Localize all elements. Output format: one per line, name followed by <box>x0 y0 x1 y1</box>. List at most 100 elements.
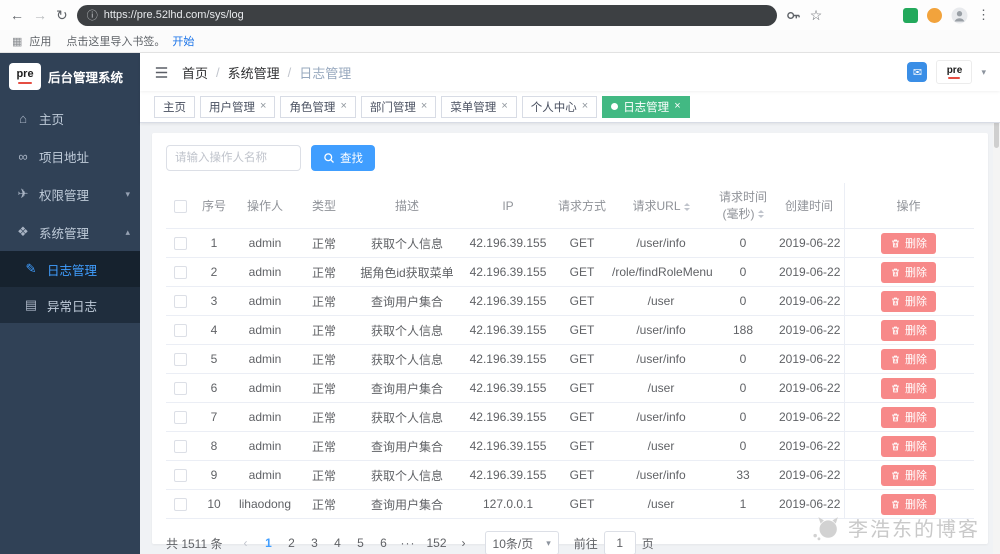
cell-operator: admin <box>234 352 296 366</box>
close-icon[interactable]: × <box>340 101 346 112</box>
start-import-link[interactable]: 开始 <box>172 33 194 49</box>
menu-label: 权限管理 <box>39 185 89 204</box>
table-body: 1 admin 正常 获取个人信息 42.196.39.155 GET /use… <box>166 229 974 519</box>
breadcrumb-home[interactable]: 首页 <box>182 63 208 82</box>
table-row: 1 admin 正常 获取个人信息 42.196.39.155 GET /use… <box>166 229 974 258</box>
row-checkbox[interactable] <box>174 237 187 250</box>
sidebar-item-permission[interactable]: ✈ 权限管理 ▾ <box>0 175 140 213</box>
tab-log-management[interactable]: 日志管理 × <box>602 96 689 118</box>
delete-button[interactable]: 删除 <box>881 436 936 457</box>
jump-page-input[interactable] <box>604 531 636 554</box>
message-icon[interactable]: ✉ <box>907 62 927 82</box>
bookmark-star-icon[interactable]: ☆ <box>810 7 823 24</box>
delete-button[interactable]: 删除 <box>881 291 936 312</box>
app-title: 后台管理系统 <box>48 67 123 86</box>
tab-role-management[interactable]: 角色管理 × <box>280 96 355 118</box>
row-checkbox[interactable] <box>174 498 187 511</box>
sort-caret[interactable] <box>758 207 764 221</box>
tab-home[interactable]: 主页 <box>154 96 195 118</box>
sidebar-item-log-management[interactable]: ✎ 日志管理 <box>0 251 140 287</box>
address-bar[interactable]: ⓘ https://pre.52lhd.com/sys/log <box>77 5 777 26</box>
cell-ip: 42.196.39.155 <box>462 236 554 250</box>
cell-time: 33 <box>712 468 774 482</box>
row-checkbox[interactable] <box>174 411 187 424</box>
page-button-4[interactable]: 4 <box>327 531 347 554</box>
forward-icon[interactable]: → <box>33 8 47 22</box>
row-checkbox[interactable] <box>174 295 187 308</box>
cell-url: /user/info <box>610 468 712 482</box>
delete-button[interactable]: 删除 <box>881 233 936 254</box>
tab-user-management[interactable]: 用户管理 × <box>200 96 275 118</box>
close-icon[interactable]: × <box>421 101 427 112</box>
extension-icon-orange[interactable] <box>927 8 942 23</box>
page-button-5[interactable]: 5 <box>350 531 370 554</box>
delete-button[interactable]: 删除 <box>881 349 936 370</box>
delete-button[interactable]: 删除 <box>881 494 936 515</box>
page-button-1[interactable]: 1 <box>258 531 278 554</box>
page-button-last[interactable]: 152 <box>422 531 450 554</box>
next-page-icon[interactable]: › <box>454 531 474 554</box>
sort-up-icon <box>758 207 764 213</box>
window-scrollbar[interactable] <box>993 53 1000 554</box>
caret-down-icon: ▾ <box>546 538 551 549</box>
menu-label: 日志管理 <box>47 260 97 279</box>
site-info-icon[interactable]: ⓘ <box>87 7 98 23</box>
cell-operator: admin <box>234 323 296 337</box>
extension-icon-green[interactable] <box>903 8 918 23</box>
prev-page-icon[interactable]: ‹ <box>235 531 255 554</box>
delete-button[interactable]: 删除 <box>881 465 936 486</box>
page-button-6[interactable]: 6 <box>373 531 393 554</box>
row-checkbox[interactable] <box>174 469 187 482</box>
sidebar-item-error-log[interactable]: ▤ 异常日志 <box>0 287 140 323</box>
tab-profile[interactable]: 个人中心 × <box>522 96 597 118</box>
cell-no: 6 <box>194 381 234 395</box>
browser-window: ← → ↻ ⓘ https://pre.52lhd.com/sys/log ☆ … <box>0 0 1000 554</box>
page-button-3[interactable]: 3 <box>304 531 324 554</box>
sidebar-toggle-icon[interactable] <box>154 65 169 80</box>
close-icon[interactable]: × <box>674 101 680 112</box>
row-checkbox[interactable] <box>174 266 187 279</box>
cell-url: /user <box>610 294 712 308</box>
row-checkbox[interactable] <box>174 440 187 453</box>
page-size-select[interactable]: 10条/页 ▾ <box>485 531 559 554</box>
close-icon[interactable]: × <box>582 101 588 112</box>
sidebar-item-project-url[interactable]: ∞ 项目地址 <box>0 137 140 175</box>
avatar-accent-bar <box>948 77 960 79</box>
page-size-value: 10条/页 <box>493 535 534 552</box>
delete-button-label: 删除 <box>905 351 927 367</box>
search-toolbar: 查找 <box>166 145 974 171</box>
search-input[interactable] <box>166 145 301 171</box>
breadcrumb-system[interactable]: 系统管理 <box>228 63 280 82</box>
delete-button[interactable]: 删除 <box>881 378 936 399</box>
close-icon[interactable]: × <box>260 101 266 112</box>
back-icon[interactable]: ← <box>10 8 24 22</box>
search-button[interactable]: 查找 <box>311 145 375 171</box>
more-pages-icon[interactable]: ··· <box>396 531 419 554</box>
page-button-2[interactable]: 2 <box>281 531 301 554</box>
select-all-checkbox[interactable] <box>174 200 187 213</box>
delete-button[interactable]: 删除 <box>881 320 936 341</box>
apps-grid-icon[interactable]: ▦ <box>12 35 22 48</box>
tab-menu-management[interactable]: 菜单管理 × <box>441 96 516 118</box>
tab-dept-management[interactable]: 部门管理 × <box>361 96 436 118</box>
table-row: 9 admin 正常 获取个人信息 42.196.39.155 GET /use… <box>166 461 974 490</box>
reload-icon[interactable]: ↻ <box>56 8 68 22</box>
sidebar-item-home[interactable]: ⌂ 主页 <box>0 99 140 137</box>
delete-button[interactable]: 删除 <box>881 407 936 428</box>
browser-menu-icon[interactable]: ⋮ <box>977 7 990 23</box>
row-checkbox[interactable] <box>174 353 187 366</box>
sort-caret[interactable] <box>684 200 690 214</box>
avatar-logo-text: pre <box>947 66 963 76</box>
avatar[interactable]: pre <box>936 60 972 84</box>
row-checkbox[interactable] <box>174 382 187 395</box>
cell-time: 0 <box>712 410 774 424</box>
close-icon[interactable]: × <box>501 101 507 112</box>
cell-created: 2019-06-22 0 <box>774 468 844 482</box>
row-checkbox[interactable] <box>174 324 187 337</box>
caret-down-icon[interactable]: ▾ <box>981 67 986 78</box>
sidebar-item-system[interactable]: ❖ 系统管理 ▴ <box>0 213 140 251</box>
apps-label[interactable]: 应用 <box>29 33 51 49</box>
profile-icon[interactable] <box>951 7 968 24</box>
delete-button[interactable]: 删除 <box>881 262 936 283</box>
key-icon[interactable] <box>786 8 801 23</box>
